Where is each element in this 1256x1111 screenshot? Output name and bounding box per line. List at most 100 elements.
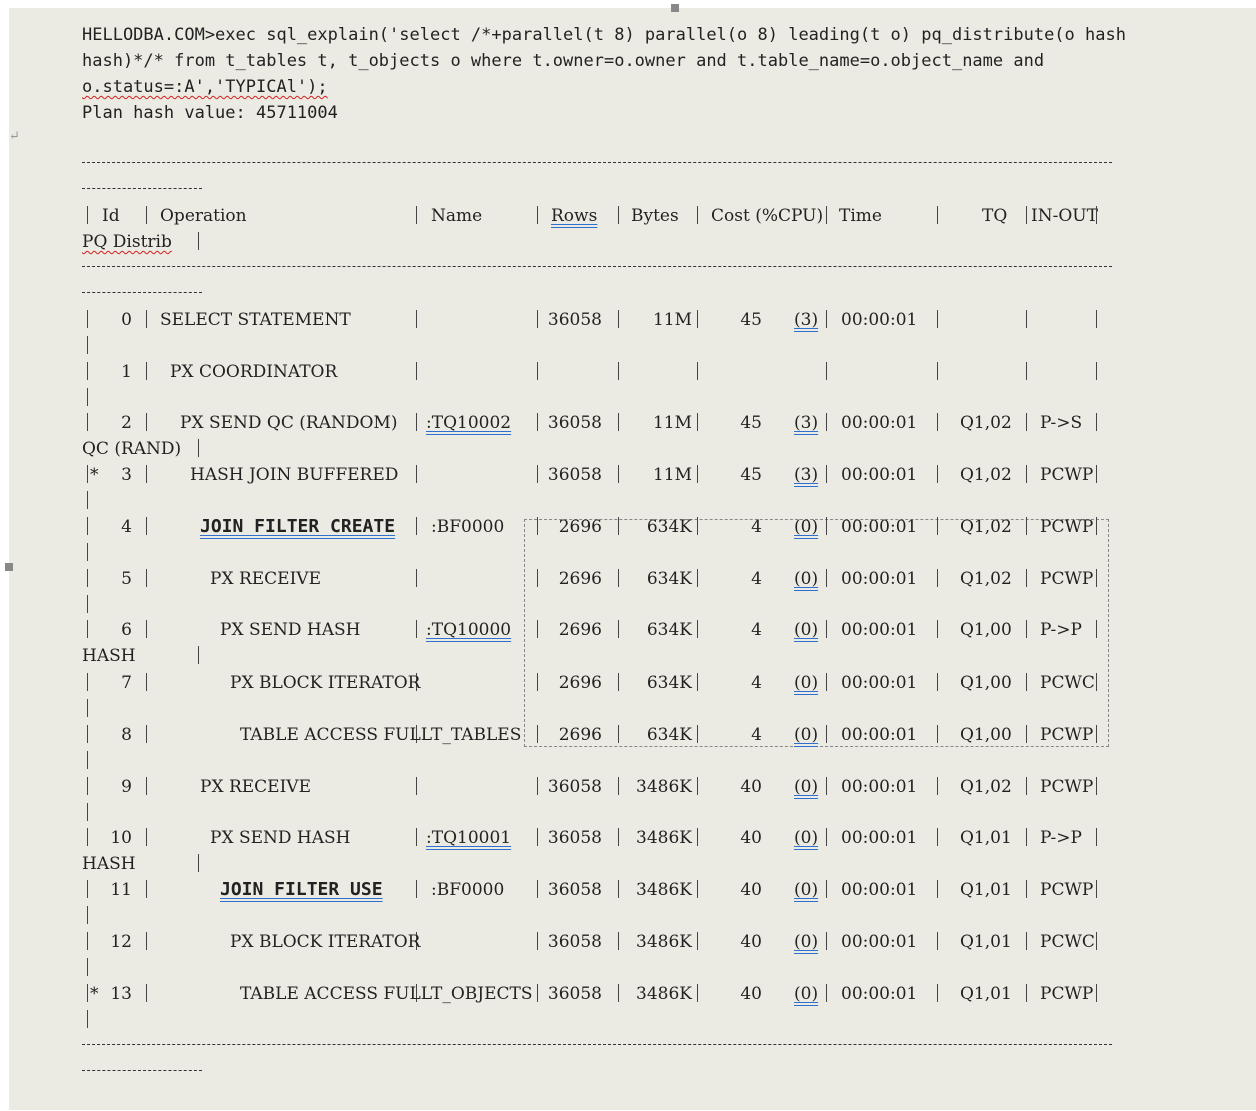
row-operation: TABLE ACCESS FULL xyxy=(240,984,433,1004)
column-divider xyxy=(826,984,827,1002)
column-divider xyxy=(1026,362,1027,380)
row-cpu: (3) xyxy=(794,465,819,485)
column-divider xyxy=(1096,777,1097,795)
row-rows: 36058 xyxy=(547,828,602,848)
row-id: 5 xyxy=(121,569,132,589)
column-divider xyxy=(146,984,147,1002)
separator-line xyxy=(82,292,202,293)
row-in-out: PCWP xyxy=(1040,569,1094,589)
column-divider xyxy=(1096,310,1097,328)
row-cost: 40 xyxy=(740,932,762,952)
column-divider xyxy=(87,491,88,509)
row-cpu: (0) xyxy=(794,517,819,537)
row-cpu: (0) xyxy=(794,932,819,952)
column-divider xyxy=(87,388,88,406)
column-divider xyxy=(416,620,417,638)
row-id: 6 xyxy=(121,620,132,640)
row-bytes: 3486K xyxy=(636,777,692,797)
column-divider xyxy=(1026,777,1027,795)
row-tq: Q1,02 xyxy=(960,465,1012,485)
plan-hash-value: Plan hash value: 45711004 xyxy=(82,103,338,123)
column-divider xyxy=(697,620,698,638)
column-divider xyxy=(937,932,938,950)
row-in-out: PCWP xyxy=(1040,517,1094,537)
column-divider xyxy=(537,673,538,691)
column-divider xyxy=(87,958,88,976)
column-divider xyxy=(146,517,147,535)
column-divider xyxy=(618,465,619,483)
column-divider xyxy=(618,310,619,328)
row-cpu: (0) xyxy=(794,673,819,693)
row-pq-distrib: HASH xyxy=(82,854,136,874)
column-divider xyxy=(87,465,88,483)
column-divider xyxy=(146,465,147,483)
header-in-out: IN-OUT xyxy=(1031,206,1098,226)
row-operation: PX SEND QC (RANDOM) xyxy=(180,413,398,433)
row-bytes: 634K xyxy=(646,517,692,537)
row-tq: Q1,02 xyxy=(960,569,1012,589)
column-divider xyxy=(1026,517,1027,535)
row-tq: Q1,01 xyxy=(960,932,1012,952)
row-name: :BF0000 xyxy=(431,517,505,537)
column-divider xyxy=(1026,984,1027,1002)
column-divider xyxy=(937,673,938,691)
column-divider xyxy=(618,673,619,691)
column-divider xyxy=(937,725,938,743)
row-in-out: PCWP xyxy=(1040,465,1094,485)
row-name: :TQ10001 xyxy=(426,828,512,848)
row-time: 00:00:01 xyxy=(841,517,918,537)
column-divider xyxy=(826,310,827,328)
column-divider xyxy=(826,673,827,691)
column-divider xyxy=(937,880,938,898)
column-divider xyxy=(697,517,698,535)
row-tq: Q1,01 xyxy=(960,984,1012,1004)
row-in-out: P->P xyxy=(1040,828,1082,848)
column-divider xyxy=(1026,465,1027,483)
column-divider xyxy=(146,673,147,691)
column-divider xyxy=(618,569,619,587)
column-divider xyxy=(697,673,698,691)
column-divider xyxy=(146,932,147,950)
column-divider xyxy=(87,906,88,924)
row-time: 00:00:01 xyxy=(841,932,918,952)
row-id: 2 xyxy=(121,413,132,433)
row-time: 00:00:01 xyxy=(841,777,918,797)
column-divider xyxy=(618,725,619,743)
column-divider xyxy=(1026,725,1027,743)
row-in-out: P->S xyxy=(1040,413,1083,433)
row-id: 13 xyxy=(110,984,132,1004)
row-id: 4 xyxy=(121,517,132,537)
row-tq: Q1,00 xyxy=(960,725,1012,745)
column-divider xyxy=(826,725,827,743)
column-divider xyxy=(537,362,538,380)
column-divider xyxy=(87,699,88,717)
column-divider xyxy=(826,880,827,898)
row-operation: PX BLOCK ITERATOR xyxy=(230,932,421,952)
row-operation: TABLE ACCESS FULL xyxy=(240,725,433,745)
column-divider xyxy=(537,932,538,950)
row-cpu: (0) xyxy=(794,984,819,1004)
row-bytes: 3486K xyxy=(636,932,692,952)
row-bytes: 3486K xyxy=(636,828,692,848)
row-tq: Q1,02 xyxy=(960,777,1012,797)
header-bytes: Bytes xyxy=(631,206,679,226)
column-divider xyxy=(618,880,619,898)
header-id: Id xyxy=(102,206,120,226)
row-id: 7 xyxy=(121,673,132,693)
row-operation: SELECT STATEMENT xyxy=(160,310,351,330)
row-pq-distrib: QC (RAND) xyxy=(82,439,182,459)
column-divider xyxy=(1026,310,1027,328)
row-operation: PX COORDINATOR xyxy=(170,362,338,382)
row-time: 00:00:01 xyxy=(841,620,918,640)
row-tq: Q1,02 xyxy=(960,413,1012,433)
column-divider xyxy=(826,777,827,795)
column-divider xyxy=(937,984,938,1002)
row-cost: 4 xyxy=(751,517,762,537)
resize-handle-top[interactable] xyxy=(671,4,679,12)
column-divider xyxy=(937,569,938,587)
column-divider xyxy=(87,751,88,769)
resize-handle-left[interactable] xyxy=(5,563,13,571)
column-divider xyxy=(537,777,538,795)
header-time: Time xyxy=(839,206,882,226)
row-rows: 2696 xyxy=(558,725,602,745)
